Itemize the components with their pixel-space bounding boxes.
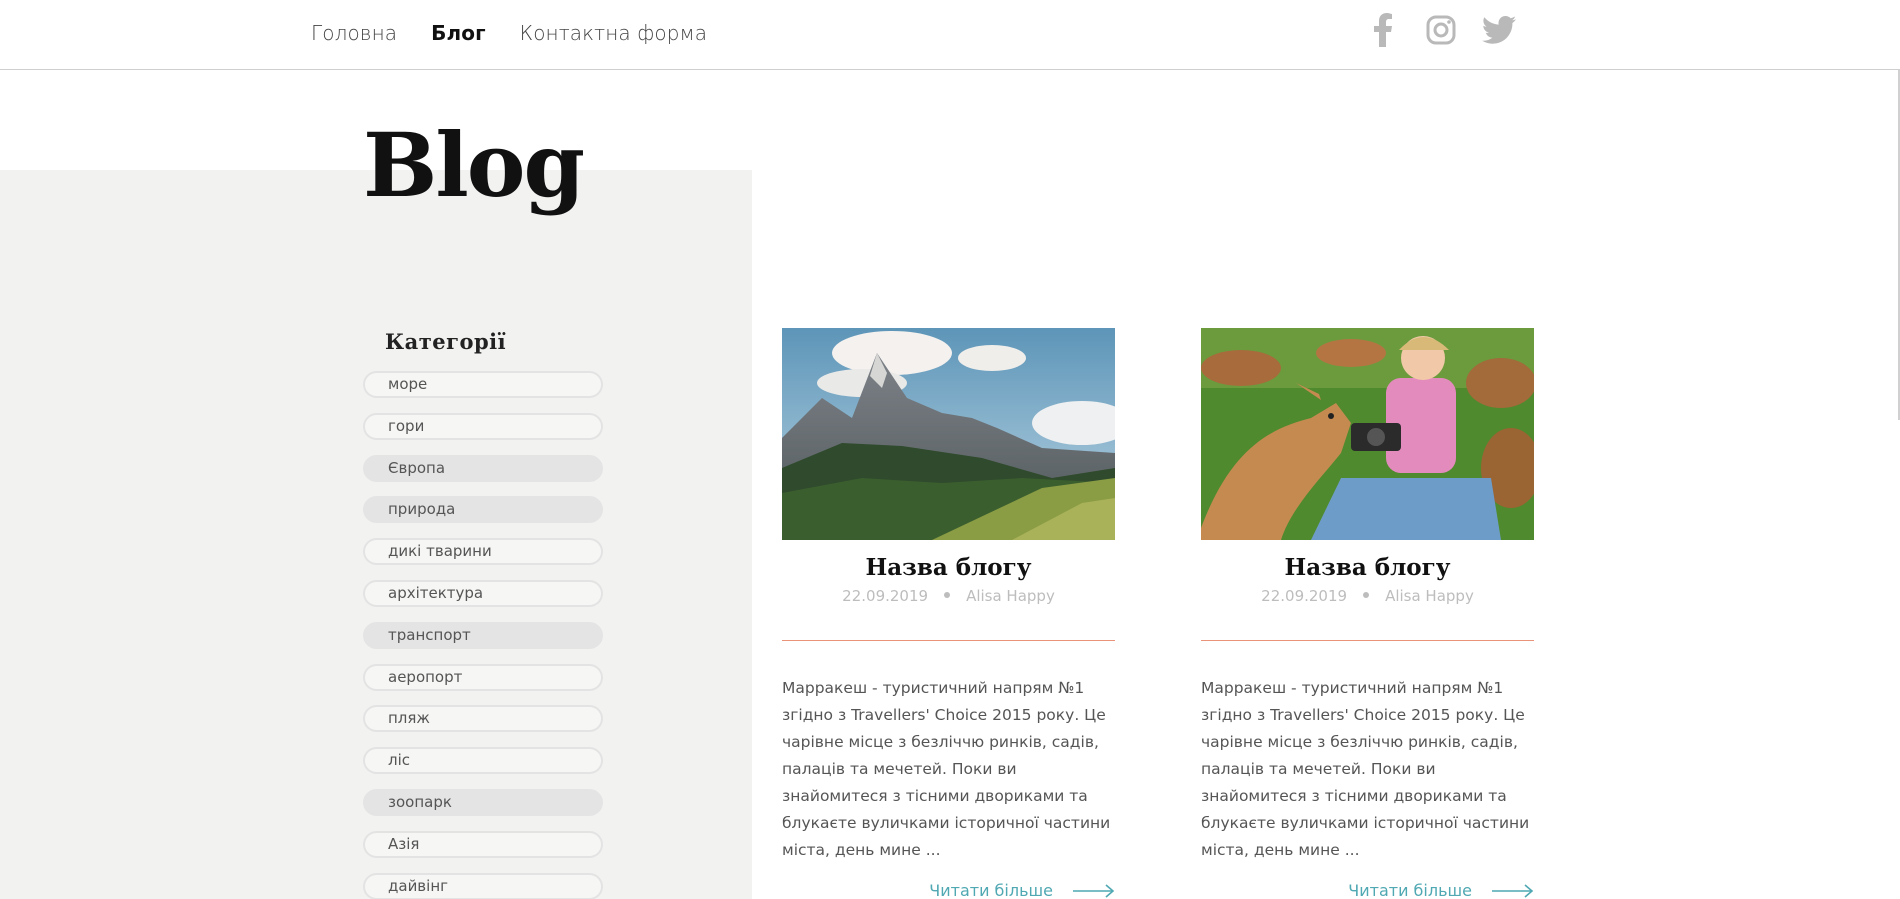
post-excerpt: Марракеш - туристичний напрям №1 згідно … <box>782 679 1111 859</box>
category-tag-diving[interactable]: дайвінг <box>363 872 603 899</box>
category-tag-zoo[interactable]: зоопарк <box>363 788 603 816</box>
instagram-icon[interactable] <box>1424 12 1458 48</box>
arrow-right-icon <box>1073 883 1115 898</box>
post-author: Alisa Happy <box>966 587 1055 605</box>
read-more-link[interactable]: Читати більше <box>782 881 1115 899</box>
post-image-mountains[interactable] <box>782 328 1115 540</box>
site-header: Головна Блог Контактна форма <box>0 0 1900 70</box>
category-tag-forest[interactable]: ліс <box>363 747 603 775</box>
category-tag-nature[interactable]: природа <box>363 496 603 524</box>
read-more-label: Читати більше <box>929 881 1053 899</box>
nav-item-home[interactable]: Головна <box>311 20 397 46</box>
post-author: Alisa Happy <box>1385 587 1474 605</box>
page-title: Blog <box>363 113 585 217</box>
read-more-label: Читати більше <box>1348 881 1472 899</box>
category-tag-wild-animals[interactable]: дикі тварини <box>363 538 603 566</box>
category-tag-mountains[interactable]: гори <box>363 412 603 440</box>
category-tag-beach[interactable]: пляж <box>363 705 603 733</box>
category-list: море гори Європа природа дикі тварини ар… <box>363 371 603 899</box>
category-tag-sea[interactable]: море <box>363 371 603 398</box>
post-excerpt: Марракеш - туристичний напрям №1 згідно … <box>1201 679 1530 859</box>
post-title[interactable]: Назва блогу <box>1201 554 1534 581</box>
meta-separator-dot <box>1363 592 1370 598</box>
arrow-right-icon <box>1492 883 1534 898</box>
post-title[interactable]: Назва блогу <box>782 554 1115 581</box>
post-meta: 22.09.2019 Alisa Happy <box>1201 587 1534 605</box>
post-date: 22.09.2019 <box>1261 587 1348 605</box>
main-nav: Головна Блог Контактна форма <box>311 20 707 46</box>
post-divider <box>782 640 1115 641</box>
post-image-girl-deer[interactable] <box>1201 328 1534 540</box>
nav-item-blog[interactable]: Блог <box>431 20 485 46</box>
category-tag-europe[interactable]: Європа <box>363 454 603 482</box>
meta-separator-dot <box>944 592 951 598</box>
post-date: 22.09.2019 <box>842 587 929 605</box>
category-tag-transport[interactable]: транспорт <box>363 621 603 649</box>
category-tag-architecture[interactable]: архітектура <box>363 579 603 607</box>
social-links <box>1366 12 1516 48</box>
post-divider <box>1201 640 1534 641</box>
nav-item-contact[interactable]: Контактна форма <box>520 20 707 46</box>
category-tag-asia[interactable]: Азія <box>363 830 603 858</box>
twitter-icon[interactable] <box>1482 12 1516 48</box>
category-tag-airport[interactable]: аеропорт <box>363 663 603 691</box>
blog-post-card: Назва блогу 22.09.2019 Alisa Happy Маррак… <box>1201 328 1534 899</box>
facebook-icon[interactable] <box>1366 12 1400 48</box>
blog-post-card: Назва блогу 22.09.2019 Alisa Happy Маррак… <box>782 328 1115 899</box>
read-more-link[interactable]: Читати більше <box>1201 881 1534 899</box>
categories-heading: Категорії <box>385 329 507 354</box>
post-meta: 22.09.2019 Alisa Happy <box>782 587 1115 605</box>
